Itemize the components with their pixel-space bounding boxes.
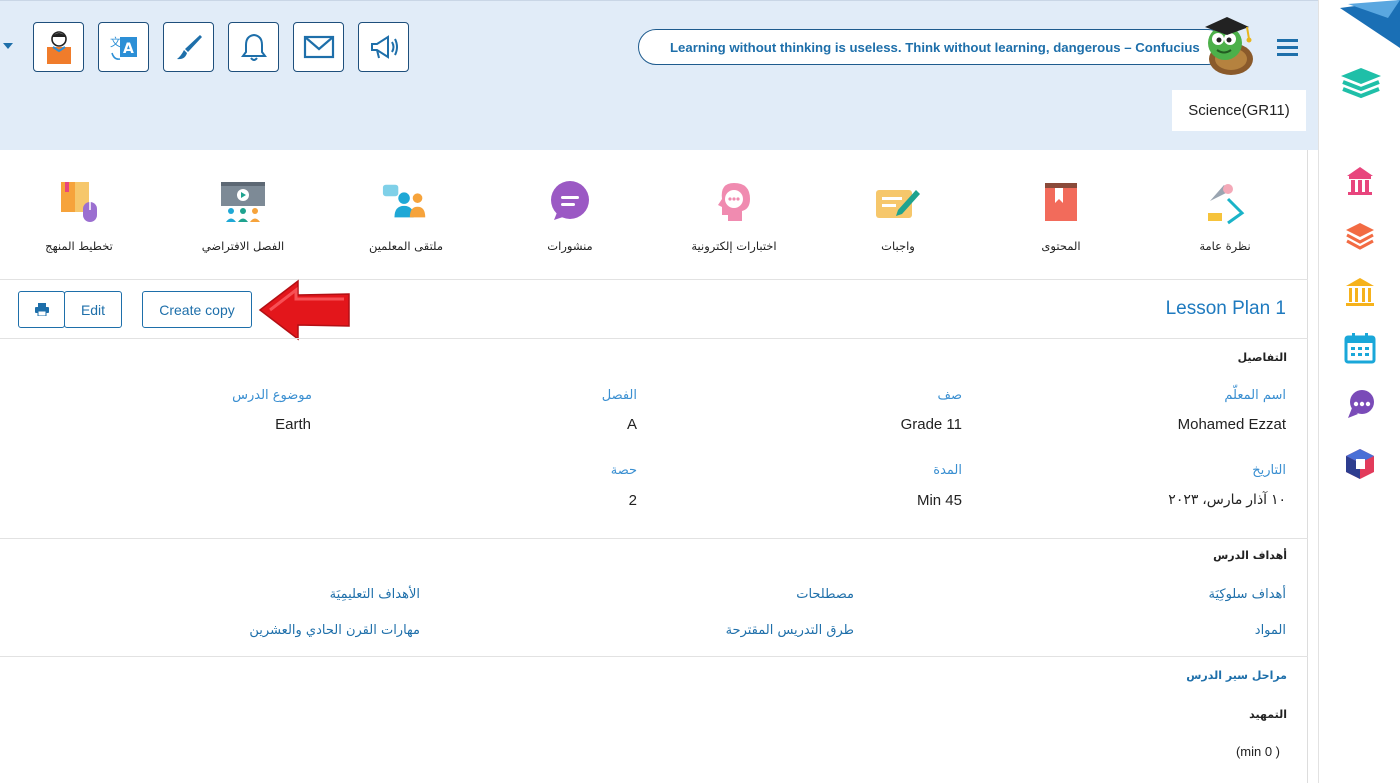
nav-online-tests[interactable]: اختبارات إلكترونية <box>669 177 799 253</box>
nav-assignments[interactable]: واجبات <box>833 177 963 253</box>
svg-text:A: A <box>123 41 134 57</box>
hamburger-menu-icon[interactable] <box>1277 39 1298 56</box>
divider <box>0 656 1308 657</box>
notifications-button[interactable] <box>228 22 279 72</box>
print-button[interactable] <box>18 291 65 328</box>
nav-posts-label: منشورات <box>547 239 593 253</box>
assignment-icon <box>876 190 920 218</box>
translate-icon: A文 <box>110 35 137 60</box>
teachers-forum-icon <box>382 184 426 218</box>
intro-duration: (min 0 ) <box>1235 744 1280 759</box>
overview-icon <box>1208 184 1245 225</box>
mascot-turtle-icon <box>1205 17 1253 75</box>
duration-label: المدة <box>933 463 962 478</box>
corner-ribbon-logo <box>1340 0 1400 48</box>
educational-objectives-link[interactable]: الأهداف التعليمِيَة <box>330 587 420 602</box>
nav-online-tests-label: اختبارات إلكترونية <box>691 239 777 253</box>
online-tests-icon <box>718 183 750 221</box>
divider <box>0 538 1308 539</box>
svg-text:文: 文 <box>110 35 121 49</box>
lesson-title: Lesson Plan 1 <box>1165 298 1286 319</box>
materials-link[interactable]: المواد <box>1255 623 1286 638</box>
period-label: حصة <box>610 463 637 478</box>
lesson-stages-title: مراحل سير الدرس <box>1186 669 1287 682</box>
nav-content[interactable]: المحتوى <box>996 177 1126 253</box>
institution-icon[interactable] <box>1342 274 1378 310</box>
bell-icon <box>240 33 267 61</box>
posts-chat-icon <box>551 181 589 220</box>
calendar-icon[interactable] <box>1342 330 1378 366</box>
nav-virtual-class[interactable]: الفصل الافتراضي <box>178 177 308 253</box>
mail-icon <box>303 35 334 59</box>
layers-icon[interactable] <box>1342 218 1378 254</box>
teacher-value: Mohamed Ezzat <box>1177 416 1286 433</box>
intro-title: التمهيد <box>1249 708 1287 721</box>
messages-button[interactable] <box>293 22 344 72</box>
21st-century-skills-link[interactable]: مهارات القرن الحادي والعشرين <box>249 623 420 638</box>
divider <box>0 338 1308 339</box>
theme-button[interactable] <box>163 22 214 72</box>
nav-teachers-forum[interactable]: ملتقى المعلمين <box>341 177 471 253</box>
nav-curriculum-planning-label: تخطيط المنهج <box>45 239 113 253</box>
curriculum-planning-icon <box>61 182 97 222</box>
topic-label: موضوع الدرس <box>232 388 312 403</box>
school-icon[interactable] <box>1342 162 1378 198</box>
paintbrush-icon <box>176 35 202 60</box>
teacher-label: اسم المعلّم <box>1224 388 1286 403</box>
announcements-button[interactable] <box>358 22 409 72</box>
details-section-title: التفاصيل <box>1237 351 1287 364</box>
nav-virtual-class-label: الفصل الافتراضي <box>201 239 285 253</box>
behavioral-objectives-link[interactable]: أهداف سلوكِيَة <box>1208 587 1286 602</box>
divider <box>0 279 1308 280</box>
nav-content-label: المحتوى <box>1041 239 1081 253</box>
red-arrow-annotation <box>258 279 350 341</box>
content-book-icon <box>1045 183 1077 221</box>
grade-value: Grade 11 <box>900 416 962 433</box>
course-name: Science(GR11) <box>1188 102 1290 119</box>
student-view-button[interactable] <box>33 22 84 72</box>
megaphone-icon <box>370 35 398 59</box>
topic-value: Earth <box>275 416 311 433</box>
cube-app-icon[interactable] <box>1342 446 1378 482</box>
student-avatar-icon <box>46 31 71 64</box>
edit-button[interactable]: Edit <box>64 291 122 328</box>
nav-teachers-forum-label: ملتقى المعلمين <box>368 239 444 253</box>
date-value: ١٠ آذار مارس، ٢٠٢٣ <box>1168 491 1286 507</box>
section-value: A <box>626 416 637 433</box>
terms-link[interactable]: مصطلحات <box>796 587 854 602</box>
create-copy-button[interactable]: Create copy <box>142 291 252 328</box>
right-sidebar <box>1318 0 1400 783</box>
nav-assignments-label: واجبات <box>881 239 915 253</box>
teaching-methods-link[interactable]: طرق التدريس المقترحة <box>726 623 854 638</box>
top-header: A文 Learning without thinking is useless.… <box>0 0 1318 150</box>
objectives-section-title: أهداف الدرس <box>1213 549 1287 562</box>
nav-curriculum-planning[interactable]: تخطيط المنهج <box>14 177 144 253</box>
nav-overview[interactable]: نظرة عامة <box>1160 177 1290 253</box>
nav-posts[interactable]: منشورات <box>505 177 635 253</box>
dropdown-caret-icon[interactable] <box>3 43 13 49</box>
date-label: التاريخ <box>1252 463 1286 478</box>
language-button[interactable]: A文 <box>98 22 149 72</box>
messages-icon[interactable] <box>1342 386 1378 422</box>
quote-banner: Learning without thinking is useless. Th… <box>638 29 1226 65</box>
period-value: 2 <box>628 492 637 509</box>
duration-value: Min 45 <box>916 492 962 509</box>
main-panel: نظرة عامة المحتوى واجبات اختبارات إلكترو… <box>0 150 1308 783</box>
printer-icon <box>34 303 49 316</box>
platform-logo-icon[interactable] <box>1339 62 1383 106</box>
quote-text: Learning without thinking is useless. Th… <box>670 39 1200 55</box>
grade-label: صف <box>937 388 963 403</box>
section-label: الفصل <box>601 388 637 403</box>
nav-overview-label: نظرة عامة <box>1199 239 1251 253</box>
course-selector[interactable]: Science(GR11) <box>1172 90 1306 131</box>
virtual-class-icon <box>221 182 265 222</box>
